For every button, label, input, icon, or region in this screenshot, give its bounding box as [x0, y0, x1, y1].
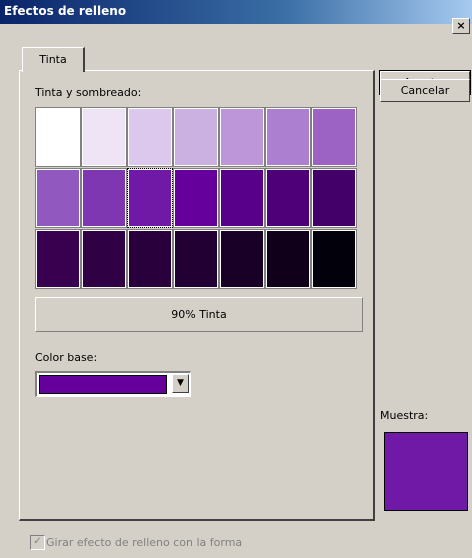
shade-swatch[interactable] [265, 229, 311, 289]
base-color-select[interactable]: ▼ [35, 371, 191, 397]
shade-swatch[interactable] [219, 229, 265, 289]
base-color-swatch [39, 375, 167, 394]
close-button[interactable]: × [452, 18, 470, 34]
shade-swatch[interactable] [219, 107, 265, 167]
shade-swatch[interactable] [311, 168, 357, 228]
shade-swatch[interactable] [265, 107, 311, 167]
shade-swatch[interactable] [127, 229, 173, 289]
shade-swatch[interactable] [81, 229, 127, 289]
cancel-button[interactable]: Cancelar [380, 79, 470, 102]
shade-swatch[interactable] [219, 168, 265, 228]
title-bar: Efectos de relleno [0, 0, 472, 24]
rotate-fill-checkbox[interactable]: ✓ [30, 535, 45, 550]
shade-swatch[interactable] [127, 107, 173, 167]
rotate-fill-label: Girar efecto de relleno con la forma [46, 536, 243, 549]
shade-swatch[interactable] [81, 107, 127, 167]
shade-swatch[interactable] [173, 229, 219, 289]
shade-swatch[interactable] [311, 229, 357, 289]
shade-swatch[interactable] [173, 107, 219, 167]
shade-swatch[interactable] [81, 168, 127, 228]
preview-swatch [384, 432, 468, 511]
chevron-down-icon[interactable]: ▼ [172, 374, 189, 393]
tab-tinta[interactable]: Tinta [22, 47, 85, 72]
tint-status: 90% Tinta [35, 297, 363, 332]
shade-swatch[interactable] [35, 107, 81, 167]
shade-swatch[interactable] [35, 229, 81, 289]
shade-swatch[interactable] [265, 168, 311, 228]
preview-label: Muestra: [380, 409, 429, 422]
window-title: Efectos de relleno [4, 4, 127, 18]
shade-swatch[interactable] [173, 168, 219, 228]
shade-swatch[interactable] [311, 107, 357, 167]
shading-label: Tinta y sombreado: [35, 86, 142, 99]
shade-swatch[interactable] [35, 168, 81, 228]
shade-swatch[interactable] [127, 168, 173, 228]
base-color-label: Color base: [35, 351, 98, 364]
